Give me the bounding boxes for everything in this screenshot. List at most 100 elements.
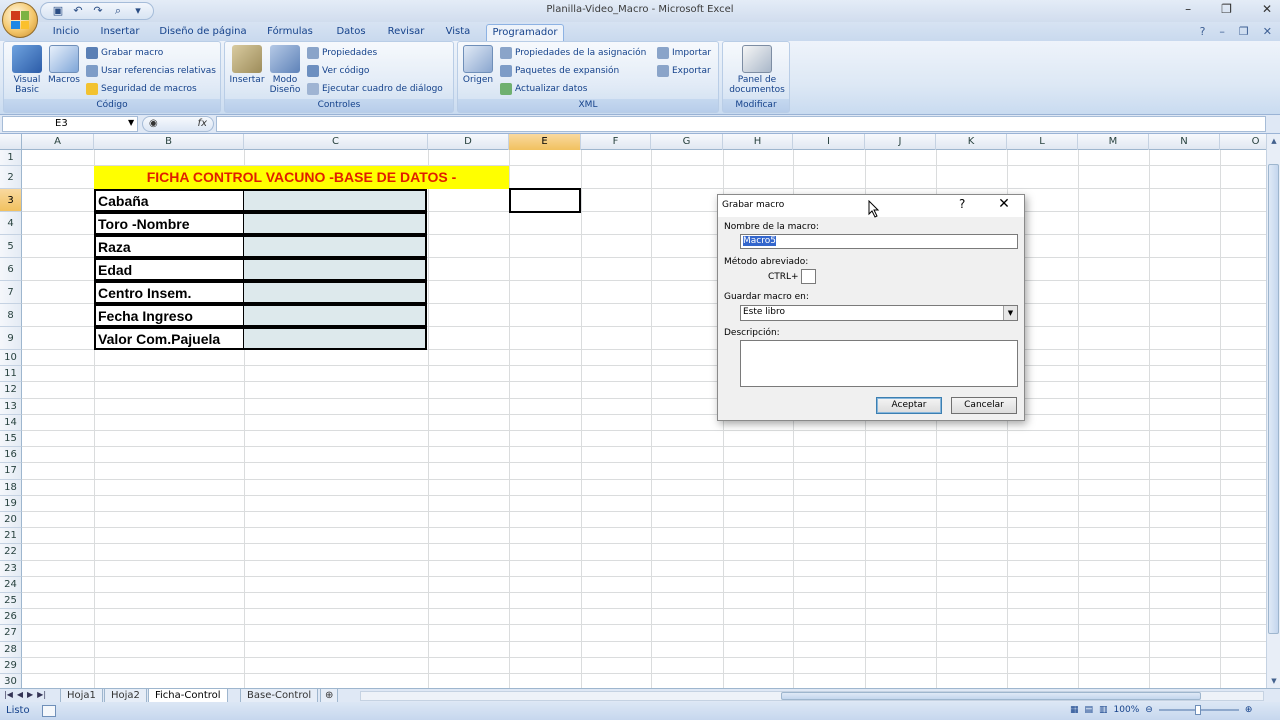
row-header-1[interactable]: 1 [0,150,22,166]
select-all-corner[interactable] [0,134,22,150]
column-header-f[interactable]: F [581,134,651,150]
insert-sheet-icon[interactable]: ⊕ [320,689,339,703]
field-value-cell[interactable] [243,189,427,212]
row-header-18[interactable]: 18 [0,479,22,496]
row-header-9[interactable]: 9 [0,327,22,350]
field-label-cell[interactable]: Valor Com.Pajuela [94,327,244,350]
row-header-19[interactable]: 19 [0,495,22,512]
prev-sheet-icon[interactable]: ◀ [17,690,23,699]
insert-function-button[interactable]: ◉ fx [142,116,214,132]
row-header-8[interactable]: 8 [0,304,22,327]
field-label-cell[interactable]: Edad [94,258,244,281]
vertical-scrollbar[interactable]: ▲ ▼ [1266,134,1280,688]
column-header-h[interactable]: H [723,134,793,150]
row-header-28[interactable]: 28 [0,641,22,658]
horizontal-scrollbar[interactable] [360,691,1264,701]
field-value-cell[interactable] [243,281,427,304]
formula-input[interactable] [216,116,1266,132]
field-label-cell[interactable]: Fecha Ingreso [94,304,244,327]
row-header-20[interactable]: 20 [0,512,22,529]
zoom-slider-knob[interactable] [1194,705,1201,715]
column-header-e[interactable]: E [509,134,581,150]
row-header-27[interactable]: 27 [0,625,22,642]
normal-view-icon[interactable]: ▦ [1070,705,1079,715]
row-header-22[interactable]: 22 [0,544,22,561]
field-label-cell[interactable]: Cabaña [94,189,244,212]
macros-button[interactable]: Macros [46,45,82,85]
macro-name-input[interactable]: Macro5 [740,234,1018,249]
row-header-14[interactable]: 14 [0,414,22,431]
row-header-2[interactable]: 2 [0,166,22,189]
modo-diseno-button[interactable]: Modo Diseño [267,45,303,95]
ejecutar-dialogo-button[interactable]: Ejecutar cuadro de diálogo [307,82,443,96]
column-header-n[interactable]: N [1149,134,1220,150]
ver-codigo-button[interactable]: Ver código [307,64,369,78]
tab-diseno-pagina[interactable]: Diseño de página [153,24,253,41]
vertical-scroll-thumb[interactable] [1268,164,1279,634]
close-icon[interactable]: ✕ [1262,2,1272,16]
field-label-cell[interactable]: Raza [94,235,244,258]
row-header-3[interactable]: 3 [0,189,22,212]
accept-button[interactable]: Aceptar [876,397,942,414]
row-header-25[interactable]: 25 [0,593,22,610]
exportar-button[interactable]: Exportar [657,64,711,78]
row-header-7[interactable]: 7 [0,281,22,304]
tab-datos[interactable]: Datos [328,24,374,41]
tab-formulas[interactable]: Fórmulas [262,24,318,41]
page-break-view-icon[interactable]: ▥ [1099,705,1108,715]
cancel-button[interactable]: Cancelar [951,397,1017,414]
row-header-15[interactable]: 15 [0,431,22,448]
sheet-tab-base-control[interactable]: Base-Control [240,689,319,703]
tab-programador[interactable]: Programador [486,24,564,41]
column-header-c[interactable]: C [244,134,428,150]
name-box-dropdown-icon[interactable]: ▼ [128,118,134,127]
column-header-k[interactable]: K [936,134,1007,150]
next-sheet-icon[interactable]: ▶ [27,690,33,699]
page-layout-view-icon[interactable]: ▤ [1085,705,1094,715]
column-header-a[interactable]: A [22,134,94,150]
row-header-5[interactable]: 5 [0,235,22,258]
help-icon[interactable]: ? [1200,25,1206,38]
row-header-10[interactable]: 10 [0,350,22,367]
zoom-level[interactable]: 100% [1114,705,1140,715]
row-header-29[interactable]: 29 [0,657,22,674]
grabar-macro-button[interactable]: Grabar macro [86,46,163,60]
row-header-21[interactable]: 21 [0,528,22,545]
sheet-tab-hoja2[interactable]: Hoja2 [104,689,147,703]
field-value-cell[interactable] [243,327,427,350]
tab-vista[interactable]: Vista [438,24,478,41]
field-value-cell[interactable] [243,258,427,281]
macro-record-status-icon[interactable] [42,705,56,717]
ribbon-close-icon[interactable]: ✕ [1263,25,1272,38]
zoom-slider[interactable] [1158,705,1239,715]
sheet-tab-hoja1[interactable]: Hoja1 [60,689,103,703]
usar-referencias-relativas-button[interactable]: Usar referencias relativas [86,64,216,78]
row-header-26[interactable]: 26 [0,609,22,626]
field-value-cell[interactable] [243,212,427,235]
column-header-j[interactable]: J [865,134,936,150]
name-box[interactable]: E3 [2,116,138,132]
minimize-icon[interactable]: – [1185,2,1191,16]
row-header-16[interactable]: 16 [0,447,22,464]
visual-basic-button[interactable]: Visual Basic [7,45,47,95]
field-label-cell[interactable]: Toro -Nombre [94,212,244,235]
seguridad-macros-button[interactable]: Seguridad de macros [86,82,197,96]
restore-icon[interactable]: ❐ [1221,2,1232,16]
chevron-down-icon[interactable]: ▼ [1003,306,1017,320]
column-header-o[interactable]: O [1220,134,1266,150]
office-button[interactable] [2,2,38,38]
sheet-tab-ficha-control[interactable]: Ficha-Control [148,689,228,703]
zoom-out-icon[interactable]: ⊖ [1145,705,1153,715]
origen-button[interactable]: Origen [460,45,496,85]
tab-revisar[interactable]: Revisar [382,24,430,41]
row-header-24[interactable]: 24 [0,576,22,593]
help-icon[interactable]: ? [959,197,965,211]
zoom-in-icon[interactable]: ⊕ [1245,705,1253,715]
active-cell-e3[interactable] [509,188,581,213]
worksheet-grid[interactable]: A B C D E F G H I J K L M N O 1234567891… [0,134,1266,688]
tab-insertar[interactable]: Insertar [96,24,144,41]
first-sheet-icon[interactable]: |◀ [4,690,13,699]
column-header-d[interactable]: D [428,134,509,150]
actualizar-datos-button[interactable]: Actualizar datos [500,82,587,96]
importar-button[interactable]: Importar [657,46,711,60]
